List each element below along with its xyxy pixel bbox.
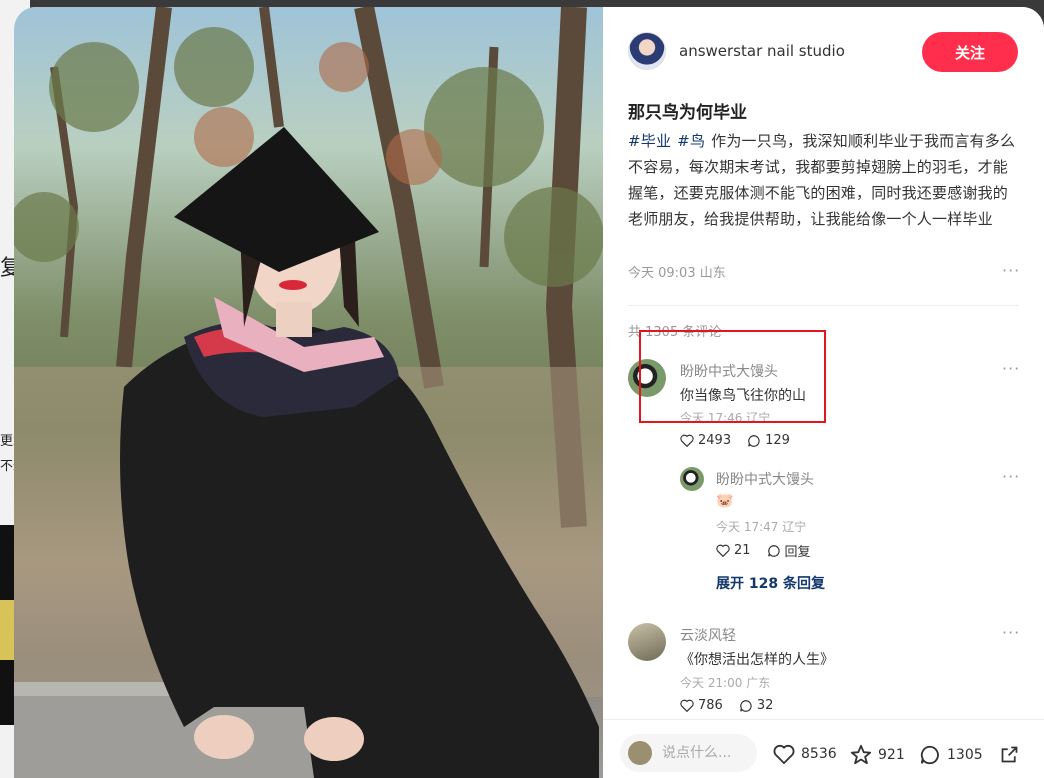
replier-name[interactable]: 盼盼中式大馒头 [716, 469, 814, 489]
comment-actions: 2493 129 [680, 433, 790, 448]
comment-text: 你当像鸟飞往你的山 [680, 388, 806, 404]
hashtag-link[interactable]: #毕业 [628, 132, 671, 150]
replier-avatar[interactable] [680, 467, 704, 491]
note-more-menu-icon[interactable]: ··· [1002, 261, 1020, 280]
comment-more-menu-icon[interactable]: ··· [1002, 359, 1020, 378]
divider [628, 305, 1019, 306]
note-meta: 今天 09:03 山东 [628, 266, 726, 281]
reply-actions: 21 回复 [716, 541, 811, 560]
comment-reply-button[interactable]: 129 [747, 433, 790, 448]
reply-more-menu-icon[interactable]: ··· [1002, 467, 1020, 486]
star-icon [850, 744, 872, 765]
chat-bubble-icon [767, 544, 780, 557]
heart-icon [716, 544, 730, 557]
comment-time: 今天 17:46 辽宁 [680, 411, 771, 425]
comment-count: 共 1305 条评论 [628, 325, 722, 340]
collect-count: 921 [878, 746, 905, 763]
note-title: 那只鸟为何毕业 [628, 103, 747, 123]
note-description: #毕业 #鸟 作为一只鸟，我深知顺利毕业于我而言有多么不容易，每次期末考试，我都要剪… [628, 128, 1023, 232]
comment-input-pill[interactable] [620, 734, 757, 772]
comment-more-menu-icon[interactable]: ··· [1002, 623, 1020, 642]
comment-text: 《你想活出怎样的人生》 [680, 652, 834, 668]
heart-icon [680, 434, 694, 447]
engagement-bar: 8536 921 1305 [603, 719, 1044, 778]
comment-item: 云淡风轻 《你想活出怎样的人生》 今天 21:00 广东 786 32 ··· [628, 623, 1020, 718]
comment-time: 今天 21:00 广东 [680, 676, 771, 690]
like-button[interactable]: 8536 [773, 744, 837, 764]
share-icon [1001, 746, 1018, 763]
commenter-name[interactable]: 盼盼中式大馒头 [680, 361, 778, 381]
comment-like-button[interactable]: 2493 [680, 433, 731, 448]
comment-reply-button[interactable]: 32 [739, 698, 774, 713]
reply-reply-button[interactable]: 回复 [767, 541, 811, 560]
reply-text: 🐷 [716, 493, 734, 509]
comment-button[interactable]: 1305 [919, 744, 983, 766]
commenter-avatar[interactable] [628, 623, 666, 661]
follow-button[interactable]: 关注 [922, 32, 1018, 72]
commenter-avatar[interactable] [628, 359, 666, 397]
hashtag-link[interactable]: #鸟 [677, 132, 705, 150]
comment-like-count: 786 [698, 698, 723, 713]
note-photo[interactable] [14, 7, 603, 778]
chat-bubble-icon [748, 434, 760, 447]
author-info[interactable]: answerstar nail studio [628, 31, 845, 71]
share-button[interactable] [999, 744, 1020, 765]
comment-reply-count: 129 [765, 433, 790, 448]
chat-bubble-icon [740, 699, 752, 712]
comment-like-button[interactable]: 786 [680, 698, 723, 713]
chat-bubble-icon [920, 745, 939, 765]
note-detail-panel: answerstar nail studio 关注 那只鸟为何毕业 #毕业 #鸟作… [603, 7, 1044, 778]
expand-replies-link[interactable]: 展开 128 条回复 [716, 573, 825, 593]
current-user-avatar [628, 741, 652, 765]
reply-like-count: 21 [734, 543, 751, 558]
author-avatar[interactable] [628, 32, 666, 70]
comment-reply-count: 32 [756, 698, 774, 713]
comment-like-count: 2493 [698, 433, 732, 448]
heart-icon [773, 744, 795, 764]
reply-like-button[interactable]: 21 [716, 541, 751, 560]
commenter-name[interactable]: 云淡风轻 [680, 625, 736, 645]
like-count: 8536 [801, 746, 837, 762]
note-detail-modal: answerstar nail studio 关注 那只鸟为何毕业 #毕业 #鸟作… [14, 7, 1044, 778]
reply-reply-label: 回复 [784, 545, 811, 560]
comment-item: 盼盼中式大馒头 你当像鸟飞往你的山 今天 17:46 辽宁 2493 129 ·… [628, 359, 1020, 454]
heart-icon [680, 699, 694, 712]
reply-time: 今天 17:47 辽宁 [716, 520, 807, 534]
reply-item: 盼盼中式大馒头 🐷 今天 17:47 辽宁 21 回复 ··· [680, 467, 1020, 562]
comment-actions: 786 32 [680, 698, 773, 713]
comment-input[interactable] [660, 744, 755, 762]
author-name[interactable]: answerstar nail studio [679, 42, 845, 60]
collect-button[interactable]: 921 [850, 744, 905, 765]
comment-total-count: 1305 [947, 747, 983, 763]
graduation-photo-illustration [14, 7, 603, 778]
